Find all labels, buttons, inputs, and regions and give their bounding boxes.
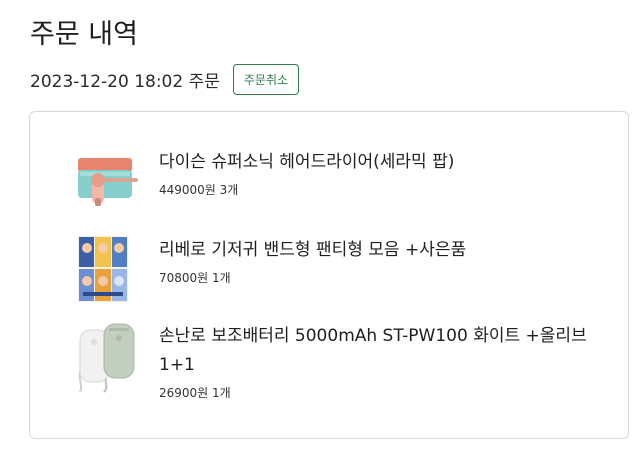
- item-info: 리베로 기저귀 밴드형 팬티형 모음 +사은품 70800원 1개: [159, 236, 614, 286]
- order-items-card: 다이슨 슈퍼소닉 헤어드라이어(세라믹 팝) 449000원 3개 리베로 기저…: [29, 111, 629, 439]
- hair-dryer-image: [78, 148, 150, 220]
- hand-warmer-power-bank-image: [78, 322, 150, 394]
- order-datetime: 2023-12-20 18:02 주문: [30, 72, 220, 92]
- order-header: 2023-12-20 18:02 주문 주문취소: [30, 64, 300, 95]
- page-title: 주문 내역: [30, 19, 138, 50]
- item-info: 다이슨 슈퍼소닉 헤어드라이어(세라믹 팝) 449000원 3개: [159, 148, 614, 198]
- list-item[interactable]: 다이슨 슈퍼소닉 헤어드라이어(세라믹 팝) 449000원 3개: [78, 148, 618, 228]
- item-name[interactable]: 리베로 기저귀 밴드형 팬티형 모음 +사은품: [159, 236, 614, 265]
- item-name[interactable]: 손난로 보조배터리 5000mAh ST-PW100 화이트 +올리브 1+1: [159, 322, 614, 380]
- cancel-order-button[interactable]: 주문취소: [232, 64, 300, 95]
- item-price-quantity: 449000원 3개: [159, 183, 239, 197]
- item-price-quantity: 26900원 1개: [159, 386, 231, 400]
- list-item[interactable]: 손난로 보조배터리 5000mAh ST-PW100 화이트 +올리브 1+1 …: [78, 322, 618, 402]
- diaper-pack-image: [78, 236, 150, 308]
- list-item[interactable]: 리베로 기저귀 밴드형 팬티형 모음 +사은품 70800원 1개: [78, 236, 618, 316]
- item-price-quantity: 70800원 1개: [159, 271, 231, 285]
- item-name[interactable]: 다이슨 슈퍼소닉 헤어드라이어(세라믹 팝): [159, 148, 614, 177]
- item-info: 손난로 보조배터리 5000mAh ST-PW100 화이트 +올리브 1+1 …: [159, 322, 614, 401]
